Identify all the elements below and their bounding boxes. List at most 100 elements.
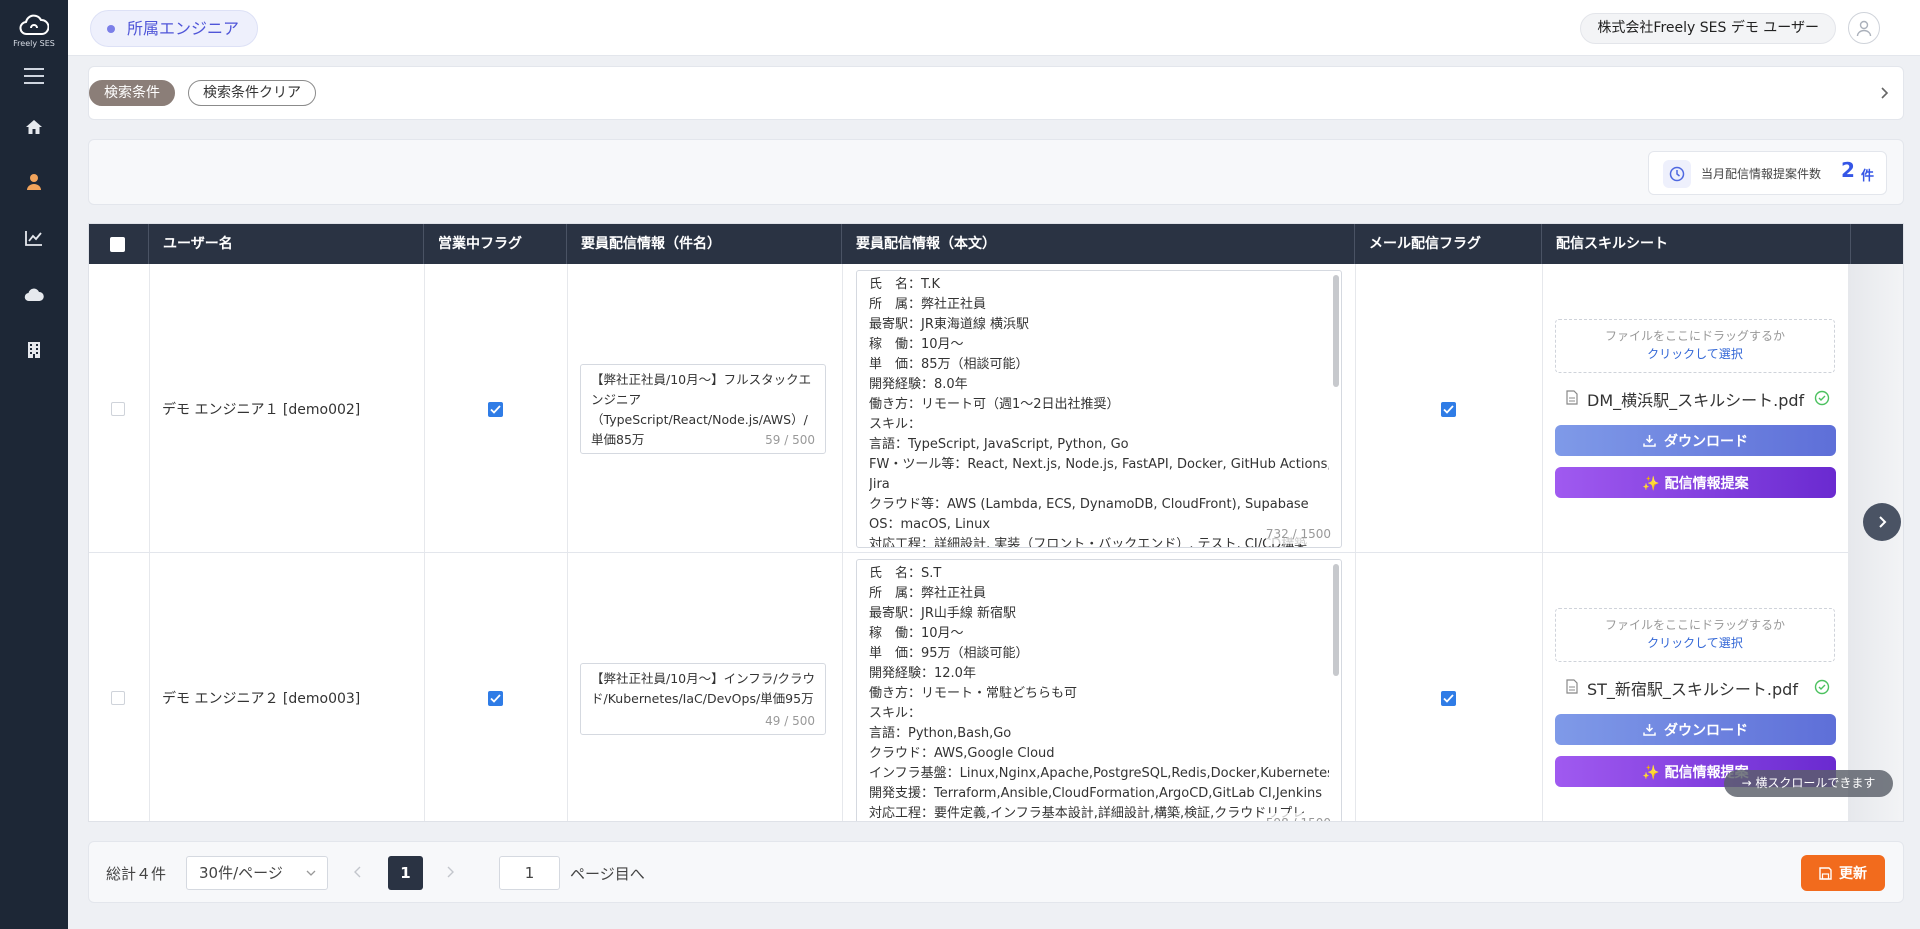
mail-flag-checkbox[interactable] <box>1441 691 1456 706</box>
update-button[interactable]: 更新 <box>1801 855 1885 891</box>
stat-count: 2 <box>1841 158 1855 182</box>
stat-unit: 件 <box>1861 169 1875 184</box>
home-icon[interactable] <box>20 113 48 141</box>
user-icon[interactable] <box>20 168 48 196</box>
body-line: 最寄駅：JR山手線 新宿駅 <box>869 606 1016 621</box>
dropzone-select-link[interactable]: クリックして選択 <box>1556 634 1834 652</box>
body-line: クラウド等：AWS (Lambda, ECS, DynamoDB, CloudF… <box>869 497 1309 512</box>
clock-icon <box>1663 160 1691 188</box>
download-button[interactable]: ダウンロード <box>1555 714 1836 745</box>
body-line: 氏 名：S.T <box>869 566 942 581</box>
stats-panel: 当月配信情報提案件数 2 件 <box>88 139 1904 205</box>
body-line: 単 価：95万（相談可能） <box>869 646 1029 661</box>
logo-text: Freely SES <box>13 39 55 48</box>
header-select-cell <box>89 224 149 264</box>
user-name: デモ エンジニア２ [demo003] <box>162 691 361 707</box>
page-title: 所属エンジニア <box>90 10 259 47</box>
check-circle-icon <box>1814 390 1830 406</box>
body-line: スキル： <box>869 417 922 432</box>
body-line: FW・ツール等：React, Next.js, Node.js, FastAPI… <box>869 457 1329 472</box>
table-header: ユーザー名 営業中フラグ 要員配信情報（件名） 要員配信情報（本文） メール配信… <box>89 224 1903 264</box>
next-page-button[interactable] <box>443 862 457 882</box>
body-line: スキル： <box>869 706 922 721</box>
page-jump-input[interactable]: 1 <box>499 856 560 890</box>
download-button[interactable]: ダウンロード <box>1555 425 1836 456</box>
body-line: 単 価：85万（相談可能） <box>869 357 1029 372</box>
prev-page-button[interactable] <box>351 862 365 882</box>
top-header: 所属エンジニア 株式会社Freely SES デモ ユーザー <box>68 0 1920 56</box>
dropzone-select-link[interactable]: クリックして選択 <box>1556 345 1834 363</box>
body-textarea[interactable]: 氏 名：S.T 所 属：弊社正社員 最寄駅：JR山手線 新宿駅 稼 働：10月〜… <box>856 559 1342 821</box>
dropzone-hint: ファイルをここにドラッグするか <box>1604 329 1785 343</box>
chevron-down-icon <box>306 870 316 876</box>
chevron-left-icon <box>354 866 361 878</box>
clear-conditions-button[interactable]: 検索条件クリア <box>188 80 316 106</box>
header-body[interactable]: 要員配信情報（本文） <box>842 224 1355 264</box>
subject-char-count: 59 / 500 <box>765 433 815 447</box>
building-icon[interactable] <box>20 336 48 364</box>
subject-char-count: 49 / 500 <box>765 714 815 728</box>
body-line: 所 属：弊社正社員 <box>869 297 987 312</box>
avatar[interactable] <box>1848 12 1880 44</box>
search-conditions-button[interactable]: 検索条件 <box>89 80 175 106</box>
body-line: 稼 働：10月〜 <box>869 337 964 352</box>
menu-icon[interactable] <box>20 62 48 90</box>
header-mail-flag[interactable]: メール配信フラグ <box>1355 224 1542 264</box>
skill-sheet-file-name: DM_横浜駅_スキルシート.pdf <box>1587 391 1805 410</box>
user-name: デモ エンジニア１ [demo002] <box>162 402 361 418</box>
subject-textarea[interactable]: 【弊社正社員/10月〜】フルスタックエンジニア（TypeScript/React… <box>580 364 826 454</box>
body-scrollbar[interactable] <box>1333 275 1339 387</box>
sales-flag-checkbox[interactable] <box>488 691 503 706</box>
per-page-select[interactable]: 30件/ページ <box>186 856 328 890</box>
hidden-columns-shade <box>1848 264 1903 821</box>
per-page-value: 30件/ページ <box>199 864 283 882</box>
body-line: 言語：Python,Bash,Go <box>869 726 1012 741</box>
propose-button[interactable]: ✨ 配信情報提案 <box>1555 467 1836 498</box>
body-line: 最寄駅：JR東海道線 横浜駅 <box>869 317 1029 332</box>
subject-textarea[interactable]: 【弊社正社員/10月〜】インフラ/クラウド/Kubernetes/IaC/Dev… <box>580 663 826 735</box>
skill-sheet-file[interactable]: ST_新宿駅_スキルシート.pdf <box>1566 675 1836 699</box>
row-select-checkbox[interactable] <box>111 691 125 705</box>
chart-icon[interactable] <box>20 224 48 252</box>
chevron-right-icon[interactable] <box>1875 84 1893 102</box>
search-conditions-bar: 検索条件 検索条件クリア <box>88 66 1904 120</box>
body-line: 所 属：弊社正社員 <box>869 586 987 601</box>
document-icon <box>1566 390 1578 405</box>
check-circle-icon <box>1814 679 1830 695</box>
app-logo[interactable]: Freely SES <box>0 12 68 48</box>
body-line: OS：macOS, Linux <box>869 517 991 532</box>
pagination-bar: 総計４件 30件/ページ 1 1 ページ目へ 更新 <box>88 841 1904 903</box>
cloud-icon[interactable] <box>20 281 48 309</box>
body-line: 稼 働：10月〜 <box>869 626 964 641</box>
select-all-checkbox[interactable] <box>110 237 125 252</box>
skill-sheet-file-name: ST_新宿駅_スキルシート.pdf <box>1587 680 1798 699</box>
sales-flag-checkbox[interactable] <box>488 402 503 417</box>
body-line: 言語：TypeScript, JavaScript, Python, Go <box>869 437 1129 452</box>
body-char-count: 732 / 1500 <box>1265 524 1331 544</box>
skill-sheet-dropzone[interactable]: ファイルをここにドラッグするか クリックして選択 <box>1555 608 1835 662</box>
subject-text: 【弊社正社員/10月〜】インフラ/クラウド/Kubernetes/IaC/Dev… <box>591 671 815 706</box>
company-user-badge[interactable]: 株式会社Freely SES デモ ユーザー <box>1580 13 1836 44</box>
download-label: ダウンロード <box>1664 433 1748 450</box>
header-skill-sheet[interactable]: 配信スキルシート <box>1542 224 1851 264</box>
body-line: クラウド：AWS,Google Cloud <box>869 746 1055 761</box>
header-user-name[interactable]: ユーザー名 <box>149 224 424 264</box>
scroll-right-button[interactable] <box>1863 503 1901 541</box>
skill-sheet-dropzone[interactable]: ファイルをここにドラッグするか クリックして選択 <box>1555 319 1835 373</box>
skill-sheet-file[interactable]: DM_横浜駅_スキルシート.pdf <box>1566 386 1836 410</box>
row-select-checkbox[interactable] <box>111 402 125 416</box>
sidebar: Freely SES <box>0 0 68 929</box>
mail-flag-checkbox[interactable] <box>1441 402 1456 417</box>
chevron-right-icon <box>447 866 454 878</box>
cloud-logo-icon <box>19 14 49 35</box>
save-icon <box>1819 866 1832 880</box>
page-tag-dot <box>107 25 115 33</box>
table-row: デモ エンジニア２ [demo003] 【弊社正社員/10月〜】インフラ/クラウ… <box>89 553 1903 821</box>
body-line: 対応工程：詳細設計, 実装（フロント・バックエンド）, テスト, CI/CD構築 <box>869 537 1308 548</box>
header-subject[interactable]: 要員配信情報（件名） <box>567 224 842 264</box>
body-textarea[interactable]: 氏 名：T.K 所 属：弊社正社員 最寄駅：JR東海道線 横浜駅 稼 働：10月… <box>856 270 1342 548</box>
download-icon <box>1643 724 1656 736</box>
header-sales-flag[interactable]: 営業中フラグ <box>424 224 567 264</box>
body-scrollbar[interactable] <box>1333 564 1339 676</box>
current-page-button[interactable]: 1 <box>388 856 423 890</box>
